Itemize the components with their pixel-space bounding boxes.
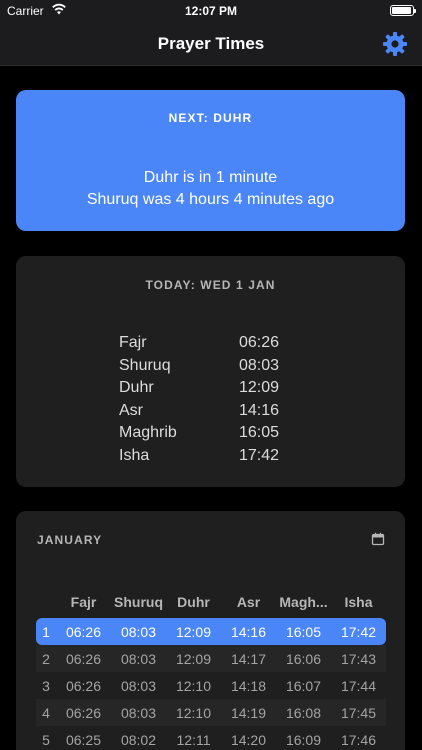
prayer-name: Asr	[119, 401, 143, 419]
month-heading: JANUARY	[37, 533, 103, 547]
table-cell: 06:26	[65, 650, 102, 667]
status-bar: Carrier 12:07 PM	[0, 0, 422, 22]
today-time-row: Isha 17:42	[119, 447, 299, 470]
table-cell: 08:03	[120, 704, 157, 721]
today-heading: TODAY: WED 1 JAN	[145, 278, 276, 292]
table-cell: 08:03	[120, 650, 157, 667]
table-row[interactable]: 2 06:26 08:03 12:09 14:17 16:06 17:43	[36, 645, 386, 672]
prayer-time: 17:42	[238, 446, 279, 464]
prayer-name: Duhr	[119, 379, 154, 396]
table-cell: 12:09	[175, 623, 212, 640]
prayer-time: 12:09	[238, 379, 279, 396]
table-cell: 14:17	[230, 650, 267, 667]
table-cell: 2	[42, 650, 50, 667]
table-header: Fajr Shuruq Duhr Asr Magh... Isha	[36, 591, 386, 612]
table-row[interactable]: 3 06:26 08:03 12:10 14:18 16:07 17:44	[36, 672, 386, 699]
battery-icon	[390, 5, 416, 16]
table-row[interactable]: 1 06:26 08:03 12:09 14:16 16:05 17:42	[36, 618, 386, 645]
prayer-name: Shuruq	[119, 356, 171, 374]
table-cell: 17:43	[340, 650, 377, 667]
calendar-icon[interactable]	[371, 532, 385, 546]
table-cell: 06:25	[65, 731, 102, 748]
navigation-bar: Prayer Times	[0, 22, 422, 66]
table-cell: 14:18	[230, 677, 267, 694]
table-cell: 08:03	[120, 623, 157, 640]
today-time-row: Duhr 12:09	[119, 379, 299, 402]
next-prayer-card: NEXT: DUHR Duhr is in 1 minute Shuruq wa…	[16, 90, 405, 231]
next-prayer-heading: NEXT: DUHR	[168, 111, 253, 125]
prayer-name: Maghrib	[119, 424, 177, 441]
table-cell: 14:20	[230, 731, 267, 748]
previous-prayer-elapsed: Shuruq was 4 hours 4 minutes ago	[86, 191, 335, 208]
table-row[interactable]: 4 06:26 08:03 12:10 14:19 16:08 17:45	[36, 699, 386, 726]
table-cell: 06:26	[65, 623, 102, 640]
prayer-time: 08:03	[238, 356, 279, 374]
prayer-time: 06:26	[238, 334, 279, 351]
column-header: Isha	[344, 593, 373, 610]
today-card: TODAY: WED 1 JAN Fajr 06:26 Shuruq 08:03…	[16, 256, 405, 487]
table-cell: 14:19	[230, 704, 267, 721]
table-row[interactable]: 5 06:25 08:02 12:11 14:20 16:09 17:46	[36, 726, 386, 750]
table-cell: 3	[42, 677, 50, 694]
page-title: Prayer Times	[157, 34, 265, 53]
gear-icon[interactable]	[382, 31, 408, 57]
month-card: JANUARY Fajr Shuruq Duhr Asr Magh... Ish…	[16, 511, 405, 750]
table-cell: 08:02	[120, 731, 157, 748]
table-cell: 12:11	[176, 731, 211, 748]
today-times-list: Fajr 06:26 Shuruq 08:03 Duhr 12:09 Asr 1…	[119, 334, 299, 469]
today-time-row: Shuruq 08:03	[119, 357, 299, 380]
table-cell: 1	[42, 623, 50, 640]
column-header: Asr	[236, 593, 261, 610]
table-cell: 17:46	[340, 731, 377, 748]
next-prayer-countdown: Duhr is in 1 minute	[143, 169, 278, 186]
prayer-time: 14:16	[238, 401, 279, 419]
prayer-time: 16:05	[238, 424, 279, 441]
table-cell: 16:08	[285, 704, 322, 721]
table-cell: 5	[42, 731, 50, 748]
prayer-name: Isha	[119, 446, 150, 464]
table-cell: 12:09	[175, 650, 212, 667]
table-cell: 16:06	[285, 650, 322, 667]
status-time: 12:07 PM	[184, 4, 238, 18]
month-table: Fajr Shuruq Duhr Asr Magh... Isha 1 06:2…	[36, 591, 386, 750]
column-header: Duhr	[177, 593, 210, 610]
today-time-row: Maghrib 16:05	[119, 424, 299, 447]
table-cell: 12:10	[175, 704, 212, 721]
today-time-row: Asr 14:16	[119, 402, 299, 425]
table-cell: 17:45	[340, 704, 377, 721]
table-cell: 16:07	[285, 677, 322, 694]
table-cell: 17:42	[340, 623, 377, 640]
table-cell: 14:16	[230, 623, 267, 640]
table-cell: 17:44	[340, 677, 377, 694]
table-cell: 08:03	[120, 677, 157, 694]
table-cell: 4	[42, 704, 50, 721]
table-cell: 16:09	[285, 731, 322, 748]
column-header: Shuruq	[114, 593, 163, 610]
table-cell: 12:10	[175, 677, 212, 694]
table-cell: 06:26	[65, 677, 102, 694]
table-cell: 06:26	[65, 704, 102, 721]
today-time-row: Fajr 06:26	[119, 334, 299, 357]
table-cell: 16:05	[285, 623, 322, 640]
prayer-name: Fajr	[119, 334, 147, 351]
column-header: Magh...	[279, 593, 328, 610]
column-header: Fajr	[70, 593, 97, 610]
